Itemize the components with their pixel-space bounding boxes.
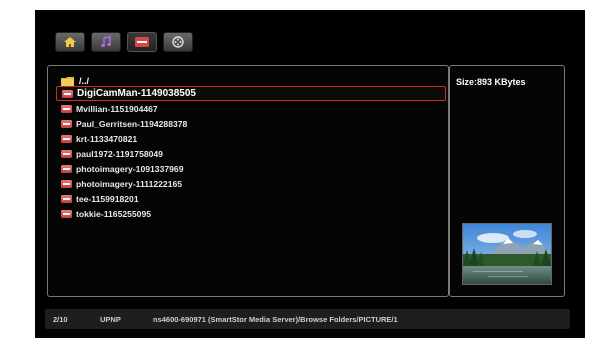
list-item[interactable]: krt-1133470821 <box>56 131 446 146</box>
picture-folder-icon <box>62 89 73 98</box>
list-item[interactable]: photoimagery-1091337969 <box>56 161 446 176</box>
list-item-label: DigiCamMan-1149038505 <box>77 88 196 100</box>
list-item[interactable]: Paul_Gerritsen-1194288378 <box>56 116 446 131</box>
picture-folder-icon <box>61 165 72 174</box>
list-item-label: photoimagery-1111222165 <box>76 179 183 190</box>
picture-icon <box>135 37 149 47</box>
picture-folder-icon <box>61 195 72 204</box>
list-item[interactable]: photoimagery-1111222165 <box>56 177 446 192</box>
picture-folder-icon <box>61 134 72 143</box>
tab-video[interactable] <box>163 32 193 52</box>
picture-folder-icon <box>61 149 72 158</box>
protocol-label: UPNP <box>100 314 121 324</box>
file-list-panel: /../ DigiCamMan-1149038505 Mvillian-1151… <box>47 65 449 297</box>
parent-folder-label: /../ <box>79 76 90 86</box>
list-item-selected[interactable]: DigiCamMan-1149038505 <box>56 86 446 102</box>
home-icon <box>64 37 76 47</box>
list-item[interactable]: tokkie-1165255095 <box>56 207 446 222</box>
list-item[interactable]: Mvillian-1151904467 <box>56 101 446 116</box>
list-item-label: paul1972-1191758049 <box>76 148 163 159</box>
picture-folder-icon <box>61 210 72 219</box>
file-list: DigiCamMan-1149038505 Mvillian-115190446… <box>56 86 446 222</box>
picture-folder-icon <box>61 104 72 113</box>
list-item-label: krt-1133470821 <box>76 133 138 144</box>
tab-pictures[interactable] <box>127 32 157 52</box>
picture-folder-icon <box>61 180 72 189</box>
media-browser-screen: /../ DigiCamMan-1149038505 Mvillian-1151… <box>35 10 585 338</box>
list-item[interactable]: paul1972-1191758049 <box>56 146 446 161</box>
landscape-thumbnail-image <box>463 224 551 284</box>
tab-home[interactable] <box>55 32 85 52</box>
item-count: 2/10 <box>53 314 68 324</box>
file-size-label: Size:893 KBytes <box>456 77 526 87</box>
tab-music[interactable] <box>91 32 121 52</box>
film-reel-icon <box>172 36 184 48</box>
list-item-label: tee-1159918201 <box>76 194 139 205</box>
folder-icon <box>61 77 74 86</box>
list-item-label: photoimagery-1091337969 <box>76 164 184 175</box>
list-item-label: tokkie-1165255095 <box>76 209 152 220</box>
picture-folder-icon <box>61 119 72 128</box>
thumbnail-preview <box>462 223 552 285</box>
music-note-icon <box>101 36 111 47</box>
list-item[interactable]: tee-1159918201 <box>56 192 446 207</box>
media-type-tabs <box>55 32 193 52</box>
status-bar: 2/10 UPNP ns4600-690971 (SmartStor Media… <box>45 309 570 329</box>
list-item-label: Mvillian-1151904467 <box>76 103 158 114</box>
file-info-panel: Size:893 KBytes <box>449 65 565 297</box>
list-item-label: Paul_Gerritsen-1194288378 <box>76 118 188 129</box>
current-path: ns4600-690971 (SmartStor Media Server)/B… <box>153 314 398 324</box>
